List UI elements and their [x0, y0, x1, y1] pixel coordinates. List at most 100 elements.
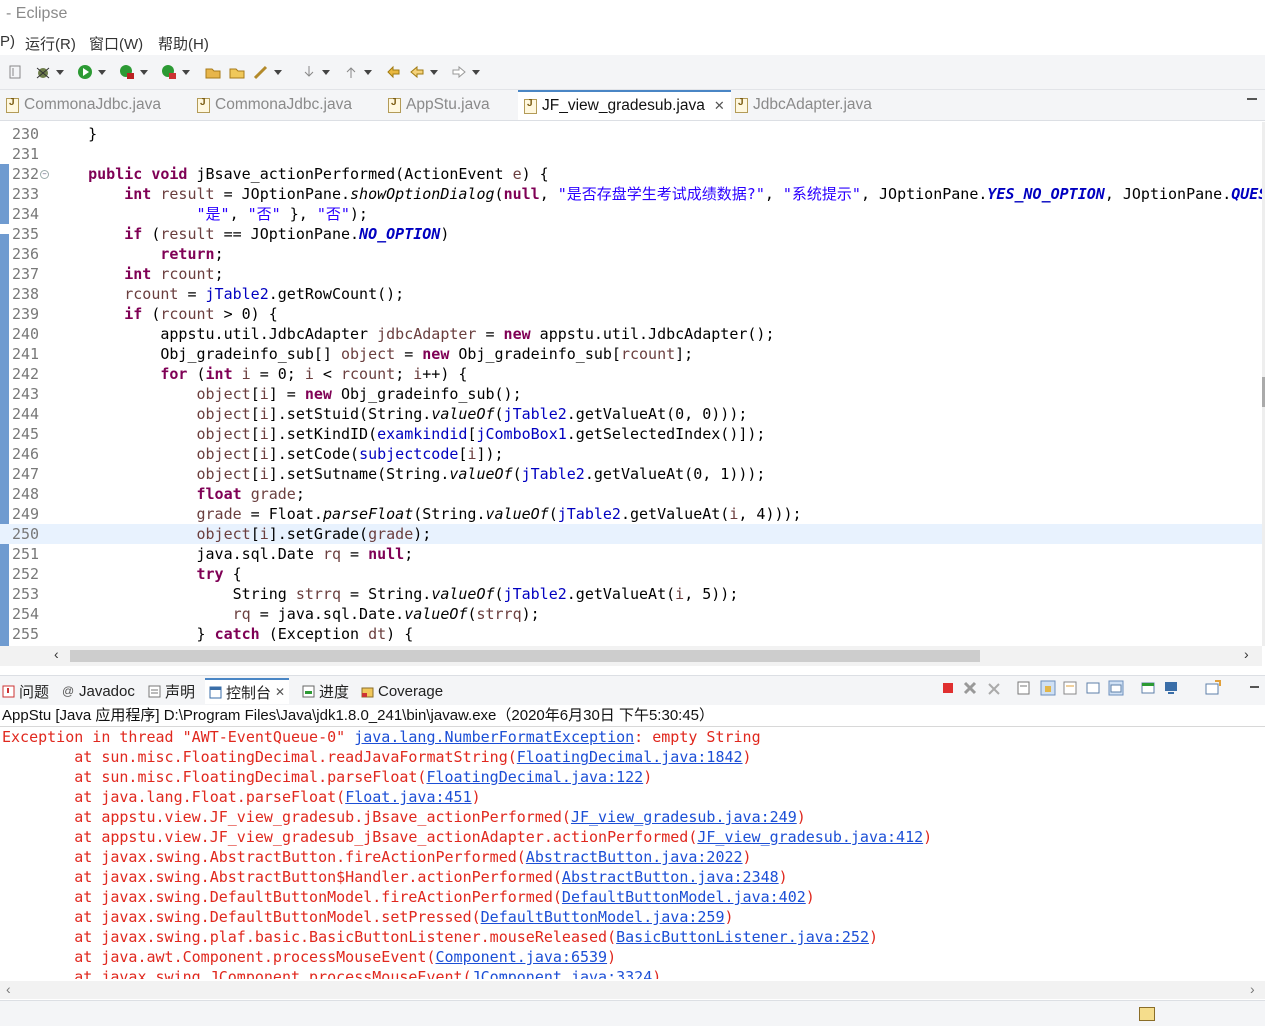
code-line[interactable]: 232− public void jBsave_actionPerformed(…	[0, 164, 1262, 184]
minimize-icon[interactable]	[1247, 98, 1257, 103]
tab-label: JF_view_gradesub.java	[542, 97, 705, 114]
code-line[interactable]: 251 java.sql.Date rq = null;	[0, 544, 1262, 564]
scroll-right-icon[interactable]: ›	[1244, 646, 1249, 662]
code-line[interactable]: 248 float grade;	[0, 484, 1262, 504]
display-console-icon[interactable]	[1163, 680, 1179, 696]
code-line[interactable]: 246 object[i].setCode(subjectcode[i]);	[0, 444, 1262, 464]
code-line[interactable]: 234 "是", "否" }, "否");	[0, 204, 1262, 224]
tab-appstu[interactable]: AppStu.java	[388, 90, 490, 120]
tab-progress[interactable]: 进度	[302, 680, 349, 702]
code-line[interactable]: 247 object[i].setSutname(String.valueOf(…	[0, 464, 1262, 484]
minimize-icon[interactable]	[1250, 686, 1259, 688]
tab-problems[interactable]: 问题	[2, 680, 49, 702]
back-icon[interactable]	[408, 63, 438, 81]
frame-source-link[interactable]: AbstractButton.java:2348	[562, 868, 779, 886]
code-line[interactable]: 231	[0, 144, 1262, 164]
tab-console[interactable]: 控制台 ✕	[205, 678, 290, 704]
code-line[interactable]: 240 appstu.util.JdbcAdapter jdbcAdapter …	[0, 324, 1262, 344]
tab-coverage[interactable]: Coverage	[361, 680, 443, 702]
tab-commonajdbc-2[interactable]: CommonaJdbc.java	[197, 90, 352, 120]
line-number: 248	[12, 485, 40, 503]
external-tools-icon[interactable]	[160, 63, 190, 81]
forward-icon[interactable]	[450, 63, 480, 81]
open-console-icon[interactable]	[1205, 680, 1221, 696]
menu-project[interactable]: P)	[0, 33, 15, 50]
code-line[interactable]: 233 int result = JOptionPane.showOptionD…	[0, 184, 1262, 204]
terminate-icon[interactable]	[940, 680, 956, 696]
pin-console-icon[interactable]	[1140, 680, 1156, 696]
show-on-error-icon[interactable]	[1108, 680, 1124, 696]
code-line[interactable]: 238 rcount = jTable2.getRowCount();	[0, 284, 1262, 304]
console-horizontal-scrollbar[interactable]: ‹ ›	[0, 981, 1265, 999]
frame-method: at javax.swing.JComponent.processMouseEv…	[2, 968, 472, 979]
word-wrap-icon[interactable]	[1062, 680, 1078, 696]
prev-annotation-icon[interactable]	[342, 63, 372, 81]
tab-declaration[interactable]: 声明	[148, 680, 195, 702]
frame-source-link[interactable]: AbstractButton.java:2022	[526, 848, 743, 866]
coverage-run-icon[interactable]	[118, 63, 148, 81]
edit-icon[interactable]	[252, 63, 282, 81]
last-edit-icon[interactable]	[384, 63, 402, 81]
scroll-left-icon[interactable]: ‹	[6, 981, 11, 997]
code-line[interactable]: 242 for (int i = 0; i < rcount; i++) {	[0, 364, 1262, 384]
frame-source-link[interactable]: DefaultButtonModel.java:259	[481, 908, 725, 926]
tab-javadoc[interactable]: @ Javadoc	[62, 680, 135, 702]
frame-source-link[interactable]: DefaultButtonModel.java:402	[562, 888, 806, 906]
frame-source-link[interactable]: JF_view_gradesub.java:412	[697, 828, 923, 846]
tab-jdbcadapter[interactable]: JdbcAdapter.java	[735, 90, 872, 120]
code-line[interactable]: 250 object[i].setGrade(grade);	[0, 524, 1262, 544]
frame-close-paren: )	[724, 908, 734, 926]
menu-window[interactable]: 窗口(W)	[89, 33, 143, 54]
clear-console-icon[interactable]	[1016, 680, 1032, 696]
remove-all-icon[interactable]	[985, 680, 1001, 696]
code-line[interactable]: 255 } catch (Exception dt) {	[0, 624, 1262, 644]
frame-source-link[interactable]: FloatingDecimal.java:1842	[517, 748, 743, 766]
editor-horizontal-scrollbar[interactable]: ‹ ›	[0, 646, 1262, 666]
frame-source-link[interactable]: JF_view_gradesub.java:249	[571, 808, 797, 826]
debug-icon[interactable]	[34, 63, 64, 81]
open-type-icon[interactable]	[204, 63, 222, 81]
remove-launch-icon[interactable]	[962, 680, 978, 696]
frame-source-link[interactable]: JComponent.java:3324	[472, 968, 653, 979]
code-line[interactable]: 252 try {	[0, 564, 1262, 584]
code-line[interactable]: 236 return;	[0, 244, 1262, 264]
open-task-icon[interactable]	[228, 63, 246, 81]
next-annotation-icon[interactable]	[300, 63, 330, 81]
show-on-output-icon[interactable]	[1085, 680, 1101, 696]
frame-source-link[interactable]: Component.java:6539	[435, 948, 607, 966]
memory-icon[interactable]	[1139, 1007, 1155, 1021]
menu-help[interactable]: 帮助(H)	[158, 33, 209, 54]
code-line[interactable]: 254 rq = java.sql.Date.valueOf(strrq);	[0, 604, 1262, 624]
code-line[interactable]: 249 grade = Float.parseFloat(String.valu…	[0, 504, 1262, 524]
line-number: 233	[12, 185, 40, 203]
menu-run[interactable]: 运行(R)	[25, 33, 76, 54]
stack-frames: at sun.misc.FloatingDecimal.readJavaForm…	[0, 747, 1262, 979]
run-icon[interactable]	[76, 63, 106, 81]
scroll-right-icon[interactable]: ›	[1250, 981, 1255, 997]
code-line[interactable]: 244 object[i].setStuid(String.valueOf(jT…	[0, 404, 1262, 424]
code-editor[interactable]: 230 } 231 232− public void jBsave_actionPe…	[0, 122, 1262, 646]
frame-source-link[interactable]: BasicButtonListener.java:252	[616, 928, 869, 946]
code-line[interactable]: 235 if (result == JOptionPane.NO_OPTION)	[0, 224, 1262, 244]
code-line[interactable]: 237 int rcount;	[0, 264, 1262, 284]
code-line[interactable]: 245 object[i].setKindID(examkindid[jComb…	[0, 424, 1262, 444]
scroll-thumb[interactable]	[70, 650, 980, 662]
code-line[interactable]: 230 }	[0, 124, 1262, 144]
tab-commonajdbc-1[interactable]: CommonaJdbc.java	[6, 90, 161, 120]
scroll-left-icon[interactable]: ‹	[54, 646, 59, 662]
code-line[interactable]: 253 String strrq = String.valueOf(jTable…	[0, 584, 1262, 604]
code-line[interactable]: 239 if (rcount > 0) {	[0, 304, 1262, 324]
tab-jf-view-gradesub[interactable]: JF_view_gradesub.java ✕	[518, 90, 731, 120]
close-icon[interactable]: ✕	[275, 685, 285, 699]
code-line[interactable]: 241 Obj_gradeinfo_sub[] object = new Obj…	[0, 344, 1262, 364]
exception-class-link[interactable]: java.lang.NumberFormatException	[354, 728, 634, 746]
frame-source-link[interactable]: FloatingDecimal.java:122	[426, 768, 643, 786]
code-line[interactable]: 243 object[i] = new Obj_gradeinfo_sub();	[0, 384, 1262, 404]
close-icon[interactable]: ✕	[714, 98, 725, 114]
console-output[interactable]: Exception in thread "AWT-EventQueue-0" j…	[0, 727, 1262, 979]
frame-source-link[interactable]: Float.java:451	[345, 788, 471, 806]
toggle-icon[interactable]	[6, 63, 24, 81]
fold-icon[interactable]: −	[40, 170, 49, 179]
tab-label: 问题	[19, 683, 50, 701]
scroll-lock-icon[interactable]	[1040, 680, 1056, 696]
